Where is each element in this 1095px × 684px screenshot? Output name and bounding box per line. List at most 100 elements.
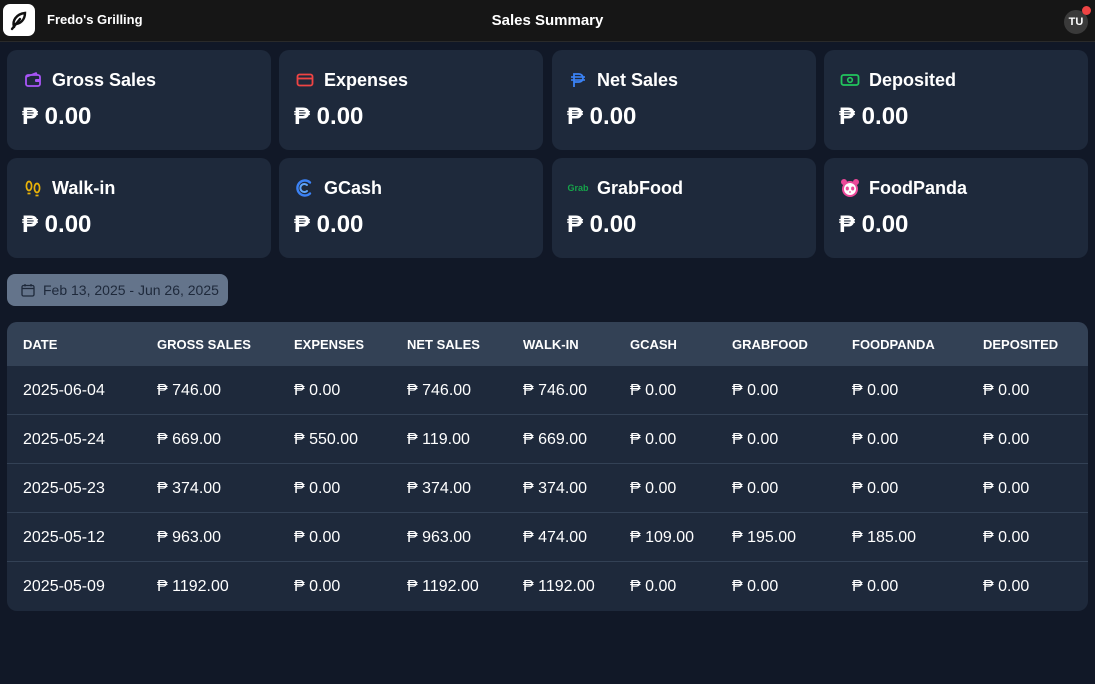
cell-date: 2025-05-09: [23, 578, 105, 595]
card-label: GrabFood: [597, 177, 683, 198]
cell-gcash: ₱ 0.00: [630, 431, 677, 448]
sales-table: DATE GROSS SALES EXPENSES NET SALES WALK…: [7, 322, 1088, 611]
table-header: DATE GROSS SALES EXPENSES NET SALES WALK…: [7, 322, 1088, 366]
table-row[interactable]: 2025-05-23 ₱ 374.00 ₱ 0.00 ₱ 374.00 ₱ 37…: [7, 464, 1088, 513]
column-header-gross-sales[interactable]: GROSS SALES: [157, 337, 251, 352]
cell-net-sales: ₱ 119.00: [407, 431, 470, 448]
peso-icon: [568, 70, 588, 90]
table-row[interactable]: 2025-05-09 ₱ 1192.00 ₱ 0.00 ₱ 1192.00 ₱ …: [7, 562, 1088, 611]
grab-icon: Grab: [567, 178, 589, 198]
card-label: Deposited: [869, 69, 957, 90]
top-bar: Fredo's Grilling Sales Summary TU: [0, 0, 1095, 42]
cell-gcash: ₱ 0.00: [630, 480, 677, 497]
cell-date: 2025-06-04: [23, 382, 105, 399]
cell-gcash: ₱ 109.00: [630, 529, 695, 546]
cell-expenses: ₱ 0.00: [294, 529, 341, 546]
cell-gcash: ₱ 0.00: [630, 578, 677, 595]
card-label: Gross Sales: [52, 69, 157, 90]
cell-grabfood: ₱ 0.00: [732, 578, 779, 595]
cell-gross-sales: ₱ 374.00: [157, 480, 222, 497]
cell-foodpanda: ₱ 0.00: [852, 480, 899, 497]
cell-expenses: ₱ 0.00: [294, 382, 341, 399]
cell-deposited: ₱ 0.00: [983, 480, 1030, 497]
cell-foodpanda: ₱ 0.00: [852, 578, 899, 595]
cell-gross-sales: ₱ 746.00: [157, 382, 222, 399]
cell-grabfood: ₱ 0.00: [732, 431, 779, 448]
card-value: ₱ 0.00: [839, 103, 909, 130]
cell-gross-sales: ₱ 1192.00: [157, 578, 229, 595]
table-row[interactable]: 2025-06-04 ₱ 746.00 ₱ 0.00 ₱ 746.00 ₱ 74…: [7, 366, 1088, 415]
column-header-gcash[interactable]: GCASH: [630, 337, 677, 352]
column-header-net-sales[interactable]: NET SALES: [407, 337, 480, 352]
wallet-icon: [23, 70, 43, 90]
cell-net-sales: ₱ 374.00: [407, 480, 472, 497]
banknote-icon: [840, 70, 860, 90]
card-net-sales: Net Sales ₱ 0.00: [552, 50, 816, 150]
grab-logo-text: Grab: [567, 183, 589, 193]
panda-icon: [840, 178, 860, 198]
cell-grabfood: ₱ 0.00: [732, 480, 779, 497]
cell-expenses: ₱ 550.00: [294, 431, 359, 448]
card-value: ₱ 0.00: [22, 211, 92, 238]
cell-walk-in: ₱ 474.00: [523, 529, 588, 546]
card-value: ₱ 0.00: [294, 211, 364, 238]
column-header-date[interactable]: DATE: [23, 337, 57, 352]
card-value: ₱ 0.00: [22, 103, 92, 130]
card-value: ₱ 0.00: [839, 211, 909, 238]
notification-dot: [1082, 6, 1091, 15]
column-header-foodpanda[interactable]: FOODPANDA: [852, 337, 935, 352]
cell-deposited: ₱ 0.00: [983, 382, 1030, 399]
cell-walk-in: ₱ 374.00: [523, 480, 588, 497]
cell-grabfood: ₱ 195.00: [732, 529, 797, 546]
card-gross-sales: Gross Sales ₱ 0.00: [7, 50, 271, 150]
column-header-grabfood[interactable]: GRABFOOD: [732, 337, 808, 352]
card-deposited: Deposited ₱ 0.00: [824, 50, 1088, 150]
cell-date: 2025-05-23: [23, 480, 105, 497]
cell-expenses: ₱ 0.00: [294, 480, 341, 497]
cell-net-sales: ₱ 746.00: [407, 382, 472, 399]
cell-deposited: ₱ 0.00: [983, 578, 1030, 595]
cell-date: 2025-05-24: [23, 431, 105, 448]
cell-grabfood: ₱ 0.00: [732, 382, 779, 399]
column-header-expenses[interactable]: EXPENSES: [294, 337, 364, 352]
card-value: ₱ 0.00: [567, 103, 637, 130]
cell-walk-in: ₱ 669.00: [523, 431, 588, 448]
card-gcash: GCash ₱ 0.00: [279, 158, 543, 258]
cell-deposited: ₱ 0.00: [983, 431, 1030, 448]
card-label: FoodPanda: [869, 177, 967, 198]
table-row[interactable]: 2025-05-12 ₱ 963.00 ₱ 0.00 ₱ 963.00 ₱ 47…: [7, 513, 1088, 562]
cell-walk-in: ₱ 746.00: [523, 382, 588, 399]
card-label: Expenses: [324, 69, 409, 90]
cell-expenses: ₱ 0.00: [294, 578, 341, 595]
calendar-icon: [21, 283, 35, 297]
cell-gross-sales: ₱ 963.00: [157, 529, 222, 546]
cell-foodpanda: ₱ 0.00: [852, 431, 899, 448]
card-label: Walk-in: [52, 177, 116, 198]
table-row[interactable]: 2025-05-24 ₱ 669.00 ₱ 550.00 ₱ 119.00 ₱ …: [7, 415, 1088, 464]
column-header-deposited[interactable]: DEPOSITED: [983, 337, 1058, 352]
page-title: Sales Summary: [491, 12, 604, 29]
card-label: Net Sales: [597, 69, 679, 90]
card-expenses: Expenses ₱ 0.00: [279, 50, 543, 150]
cell-gcash: ₱ 0.00: [630, 382, 677, 399]
cell-foodpanda: ₱ 185.00: [852, 529, 917, 546]
card-value: ₱ 0.00: [294, 103, 364, 130]
card-foodpanda: FoodPanda ₱ 0.00: [824, 158, 1088, 258]
cell-foodpanda: ₱ 0.00: [852, 382, 899, 399]
card-grabfood: Grab GrabFood ₱ 0.00: [552, 158, 816, 258]
cell-date: 2025-05-12: [23, 529, 105, 546]
date-range-text: Feb 13, 2025 - Jun 26, 2025: [43, 282, 219, 298]
card-walk-in: Walk-in ₱ 0.00: [7, 158, 271, 258]
credit-card-icon: [295, 70, 315, 90]
column-header-walk-in[interactable]: WALK-IN: [523, 337, 579, 352]
cell-net-sales: ₱ 1192.00: [407, 578, 479, 595]
card-label: GCash: [324, 177, 383, 198]
cell-deposited: ₱ 0.00: [983, 529, 1030, 546]
cell-gross-sales: ₱ 669.00: [157, 431, 222, 448]
card-value: ₱ 0.00: [567, 211, 637, 238]
footprints-icon: [23, 178, 43, 198]
date-range-picker[interactable]: Feb 13, 2025 - Jun 26, 2025: [7, 274, 228, 306]
cell-walk-in: ₱ 1192.00: [523, 578, 595, 595]
cell-net-sales: ₱ 963.00: [407, 529, 472, 546]
gcash-icon: [295, 178, 315, 198]
